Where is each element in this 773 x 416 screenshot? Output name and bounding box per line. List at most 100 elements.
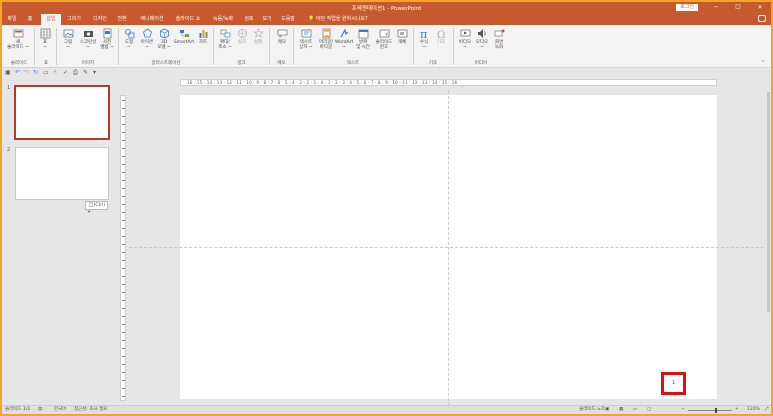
from-beginning-icon[interactable]: ▭ [43, 69, 49, 76]
login-button[interactable]: 로그인 [676, 4, 698, 11]
slide-count[interactable]: 슬라이드 1/2 [5, 406, 30, 414]
tab-slideshow[interactable]: 슬라이드 쇼 [172, 14, 204, 25]
undo-icon[interactable]: ↶ [15, 69, 20, 76]
tab-help[interactable]: 도움말 [279, 14, 297, 25]
screen-recording-icon [494, 29, 504, 37]
header-footer-icon [322, 28, 330, 39]
tab-insert[interactable]: 삽입 [41, 14, 61, 25]
restore-button[interactable]: ☐ [729, 2, 747, 13]
tab-record[interactable]: 녹음/녹화 [208, 14, 238, 25]
screenshot-button[interactable]: 스크린샷 ~ [78, 28, 98, 50]
zoom-slider[interactable] [688, 410, 732, 411]
comments-icon[interactable] [758, 15, 766, 22]
repeat-icon[interactable]: ↻ [33, 69, 38, 76]
wordart-button[interactable]: WordArt ~ [335, 28, 353, 50]
zoom-out-icon[interactable]: − [681, 406, 685, 414]
symbol-icon: Ω [437, 30, 445, 39]
tell-me-search[interactable]: 💡 어떤 작업을 원하시나요? [308, 14, 368, 25]
ruler-tick [122, 212, 125, 213]
shapes-button[interactable]: 도형 ~ [121, 28, 137, 50]
slide-number-button[interactable]: # 슬라이드 번호 [373, 28, 395, 50]
tab-review[interactable]: 검토 [242, 14, 256, 25]
group-separator [118, 28, 119, 65]
shapes-label: 도형 ~ [124, 40, 134, 50]
spell-check-icon[interactable]: ✓ [63, 69, 68, 76]
photo-album-icon [103, 28, 111, 39]
tab-transitions[interactable]: 전환 [114, 14, 130, 25]
redo-icon[interactable]: ↷ [24, 69, 29, 76]
close-button[interactable]: ✕ [751, 2, 769, 13]
collapse-ribbon-icon[interactable]: ⌃ [761, 60, 765, 66]
print-preview-icon[interactable]: ⎙ [73, 69, 78, 77]
reading-view-icon[interactable]: ▭ [633, 406, 637, 414]
smartart-button[interactable]: SmartArt [173, 28, 195, 45]
video-label: 비디오 ~ [458, 40, 472, 50]
tab-home[interactable]: 홈 [24, 14, 36, 25]
title-bar: 프레젠테이션1 - PowerPoint 로그인 ─ ☐ ✕ [2, 2, 771, 13]
vertical-scrollbar[interactable] [766, 82, 771, 402]
format-painter-icon[interactable]: ✎ [83, 69, 88, 76]
new-slide-label: 새 슬라이드 ~ [7, 40, 29, 50]
audio-button[interactable]: 오디오 ~ [474, 28, 490, 50]
zoom-in-icon[interactable]: + [735, 406, 739, 414]
scrollbar-thumb[interactable] [767, 92, 770, 312]
table-button[interactable]: 표 ~ [37, 28, 53, 50]
slide-thumbnail-1[interactable] [14, 85, 110, 140]
tab-file[interactable]: 파일 [4, 14, 20, 25]
slide-number-icon: # [379, 29, 389, 38]
fit-slide-icon[interactable]: ⤢ [765, 406, 769, 414]
text-box-button[interactable]: 텍스트 상자 ~ [296, 28, 316, 50]
tab-view[interactable]: 보기 [260, 14, 274, 25]
slide-sorter-icon[interactable]: ▦ [619, 406, 623, 414]
thumbnail-number: 2 [7, 147, 11, 153]
minimize-button[interactable]: ─ [707, 2, 725, 13]
tab-draw[interactable]: 그리기 [64, 14, 84, 25]
photo-album-button[interactable]: 사진 앨범 ~ [99, 28, 115, 50]
ruler-tick [122, 164, 125, 165]
proofing-icon[interactable]: ▤ [38, 406, 42, 414]
zoom-button[interactable]: 확대/ 축소 ~ [216, 28, 234, 50]
ruler-tick [122, 396, 125, 397]
link-icon [237, 29, 247, 38]
date-time-button[interactable]: 날짜 및 시간 [355, 28, 371, 50]
ruler-tick [122, 204, 125, 205]
notes-button[interactable]: 슬라이드 노트 [579, 406, 605, 414]
horizontal-guide [129, 247, 769, 248]
screenshot-icon [83, 31, 93, 37]
object-button[interactable]: 개체 [396, 28, 408, 45]
paste-options-button[interactable]: 📋(Ctrl) ▾ [85, 201, 108, 215]
3d-models-button[interactable]: 3D 모델 ~ [157, 28, 171, 50]
tab-animations[interactable]: 애니메이션 [136, 14, 168, 25]
smartart-label: SmartArt [173, 40, 195, 45]
accessibility-status[interactable]: 접근성: 조사 필요 [74, 406, 107, 414]
action-button[interactable]: 실행 [251, 28, 265, 45]
screen-recording-button[interactable]: 화면 녹화 [491, 28, 507, 50]
ruler-tick [122, 380, 125, 381]
touch-mode-icon[interactable]: ☝ [53, 69, 57, 76]
slide-thumbnail-2[interactable] [15, 147, 109, 200]
slide-number-placeholder[interactable]: 1 [661, 372, 686, 395]
customize-qat-icon[interactable]: ▾ [93, 69, 96, 76]
video-button[interactable]: 비디오 ~ [457, 28, 473, 50]
equation-button[interactable]: π 수식 ~ [417, 28, 431, 50]
save-icon[interactable]: ▣ [5, 69, 11, 76]
pictures-button[interactable]: 그림 ~ [60, 28, 76, 50]
vertical-guide [448, 91, 449, 406]
link-button[interactable]: 링크 [235, 28, 249, 45]
zoom-slider-thumb[interactable] [715, 408, 717, 413]
header-footer-button[interactable]: 머리글/ 바닥글 [317, 28, 335, 50]
symbol-button[interactable]: Ω 기호 [434, 28, 448, 45]
zoom-label: 확대/ 축소 ~ [218, 40, 232, 50]
comment-button[interactable]: 메모 [274, 28, 290, 45]
normal-view-icon[interactable]: ▣ [605, 406, 609, 414]
tab-design[interactable]: 디자인 [88, 14, 112, 25]
photo-album-label: 사진 앨범 ~ [100, 40, 114, 50]
chart-button[interactable]: 차트 [196, 28, 210, 45]
new-slide-button[interactable]: 새 슬라이드 ~ [5, 28, 31, 50]
language-label[interactable]: 한국어 [54, 406, 66, 414]
slideshow-icon[interactable]: ▢ [647, 406, 651, 414]
icons-button[interactable]: 아이콘 ~ [138, 28, 156, 50]
ruler-tick [122, 356, 125, 357]
ruler-tick [122, 364, 125, 365]
zoom-level[interactable]: 120% [747, 406, 760, 414]
